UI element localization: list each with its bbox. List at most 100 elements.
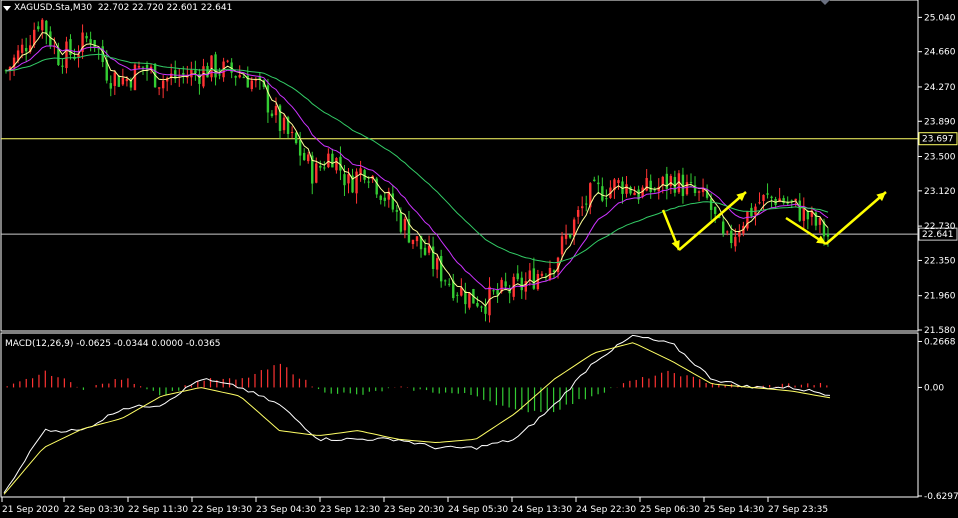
price-axis: 25.040 24.660 24.270 23.890 23.500 23.120 22.7…	[918, 13, 956, 336]
candle-body	[294, 132, 298, 144]
price-tick-label: 21.580	[924, 326, 956, 336]
candle-body	[89, 39, 92, 44]
candle-body	[484, 306, 487, 314]
candle-body	[697, 191, 701, 193]
candle-body	[536, 274, 540, 290]
candle-body	[182, 73, 185, 75]
candle-body	[439, 256, 443, 282]
candle-body	[492, 290, 495, 292]
candle-body	[709, 198, 713, 210]
candle-body	[806, 210, 810, 220]
candle-body	[97, 48, 100, 50]
candle-body	[750, 207, 753, 217]
chart-menu-icon[interactable]	[3, 6, 11, 11]
candle-body	[649, 180, 652, 192]
candle-body	[335, 158, 338, 171]
candle-body	[242, 77, 245, 79]
arrow-up-2	[825, 191, 887, 245]
candle-body	[238, 75, 241, 78]
candle-body	[375, 178, 378, 195]
candle-body	[113, 72, 117, 86]
candle-body	[568, 234, 572, 238]
candle-body	[762, 194, 765, 202]
candle-body	[250, 80, 253, 90]
macd-name: MACD(12,26,9)	[5, 339, 74, 349]
candle-body	[770, 196, 773, 198]
candle-body	[456, 294, 459, 296]
candle-body	[435, 258, 439, 270]
macd-signal-line	[3, 342, 831, 495]
candle-body	[399, 211, 403, 232]
price-tick-label: 25.040	[924, 13, 956, 23]
price-tag-label: 23.697	[922, 135, 954, 145]
candle-body	[758, 202, 761, 204]
price-tick-label: 24.270	[924, 83, 956, 93]
candle-body	[121, 77, 125, 85]
candle-body	[444, 280, 447, 282]
time-tick-label: 23 Sep 20:30	[384, 505, 444, 515]
candle-body	[77, 54, 80, 58]
symbol-name: XAGUSD.Sta,M30	[14, 3, 93, 13]
candle-body	[49, 31, 52, 47]
candle-body	[274, 106, 278, 116]
candle-body	[794, 198, 797, 201]
candle-body	[270, 113, 274, 117]
candle-body	[738, 231, 741, 237]
price-tick-label: 23.500	[924, 153, 956, 163]
candle-body	[141, 66, 145, 68]
candle-body	[37, 26, 40, 30]
candle-body	[226, 60, 229, 62]
candle-body	[93, 40, 96, 49]
time-tick-label: 24 Sep 13:30	[512, 505, 572, 515]
candle-body	[520, 277, 523, 291]
candle-body	[323, 167, 326, 169]
candle-body	[818, 218, 822, 225]
ma-fast-line	[5, 32, 829, 307]
candle-body	[355, 171, 358, 194]
candle-body	[798, 200, 801, 221]
candle-body	[605, 198, 608, 200]
candle-body	[395, 210, 399, 212]
candle-body	[689, 182, 693, 184]
candle-body	[802, 207, 806, 221]
candle-body	[137, 65, 141, 68]
candle-body	[423, 247, 427, 255]
candle-body	[601, 186, 604, 201]
candle-body	[722, 221, 725, 234]
candle-body	[576, 209, 580, 217]
candle-body	[411, 239, 415, 245]
candle-body	[734, 236, 737, 247]
candle-body	[65, 41, 68, 69]
candle-body	[746, 211, 749, 229]
main-panel-frame	[0, 0, 919, 332]
candle-body	[528, 270, 532, 280]
candle-body	[826, 234, 830, 237]
candle-body	[20, 44, 24, 53]
candle-body	[391, 193, 395, 210]
time-tick-label: 25 Sep 06:30	[640, 505, 700, 515]
time-tick-label: 24 Sep 05:30	[448, 505, 508, 515]
macd-lines	[3, 334, 831, 495]
macd-tick-label: 0.00	[924, 383, 944, 393]
candles	[4, 18, 830, 323]
candle-body	[532, 268, 536, 289]
candle-body	[379, 195, 382, 200]
time-axis: 21 Sep 2020 22 Sep 03:30 22 Sep 11:30 22 Se…	[1, 497, 828, 515]
candle-body	[572, 219, 576, 237]
time-tick-label: 22 Sep 11:30	[128, 505, 188, 515]
candle-body	[61, 65, 64, 67]
candle-body	[480, 306, 483, 308]
candle-body	[468, 292, 471, 308]
candle-body	[560, 236, 564, 255]
candle-body	[504, 281, 507, 287]
scroll-indicator-icon[interactable]	[820, 0, 830, 5]
chart-canvas[interactable]: 23.69722.641 25.040 24.660 24.270 23.890 23.…	[0, 0, 958, 518]
candle-body	[685, 182, 689, 195]
candle-body	[476, 302, 479, 307]
macd-panel-frame	[0, 332, 919, 498]
time-tick-label: 23 Sep 12:30	[320, 505, 380, 515]
price-tick-label: 23.890	[924, 117, 956, 127]
candle-body	[24, 48, 28, 52]
candle-body	[282, 117, 286, 131]
macd-title: MACD(12,26,9) -0.0625 -0.0344 0.0000 -0.…	[5, 339, 221, 349]
